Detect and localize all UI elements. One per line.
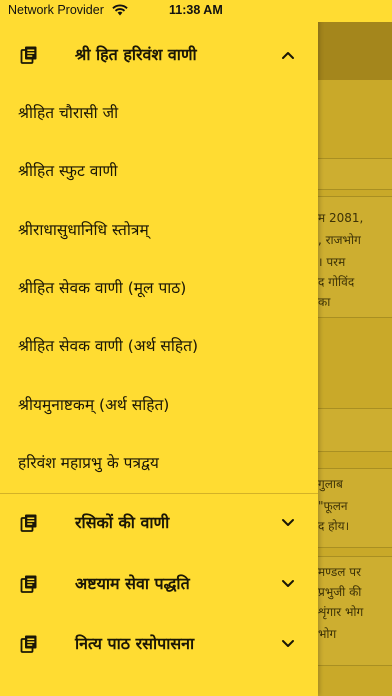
menu-item-patradvay[interactable]: हरिवंश महाप्रभु के पत्रद्वय bbox=[18, 449, 159, 477]
chevron-down-icon[interactable] bbox=[281, 577, 295, 591]
background-text: द गोविंद bbox=[318, 275, 355, 289]
menu-item-sphut-vani[interactable]: श्रीहित स्फुट वाणी bbox=[18, 157, 118, 185]
section-title: रसिकों की वाणी bbox=[75, 513, 170, 532]
menu-item-yamunashtakam[interactable]: श्रीयमुनाष्टकम् (अर्थ सहित) bbox=[18, 391, 169, 419]
background-text: का bbox=[318, 295, 331, 309]
book-icon bbox=[20, 635, 37, 653]
carrier-label: Network Provider bbox=[8, 3, 104, 17]
background-text: प्रभुजी की bbox=[318, 585, 362, 599]
section-header-hit-harivansh-vani[interactable]: श्री हित हरिवंश वाणी bbox=[0, 26, 318, 84]
background-text: । परम bbox=[318, 255, 346, 269]
background-text: द होय। bbox=[318, 519, 350, 533]
menu-item-sevak-vani-arth[interactable]: श्रीहित सेवक वाणी (अर्थ सहित) bbox=[18, 332, 198, 360]
menu-item-chaurasi-ji[interactable]: श्रीहित चौरासी जी bbox=[18, 99, 118, 127]
navigation-drawer: श्री हित हरिवंश वाणी श्रीहित चौरासी जी श… bbox=[0, 0, 318, 696]
background-text: , राजभोग bbox=[318, 233, 361, 247]
section-title: श्री हित हरिवंश वाणी bbox=[75, 45, 197, 64]
section-title: अष्टयाम सेवा पद्धति bbox=[75, 574, 190, 593]
section-header-nitya-path[interactable]: नित्य पाठ रसोपासना bbox=[0, 615, 318, 673]
background-text: भोग bbox=[318, 627, 337, 641]
background-text: "फूलन bbox=[318, 499, 348, 513]
section-header-rasikon-ki-vani[interactable]: रसिकों की वाणी bbox=[0, 494, 318, 552]
wifi-icon bbox=[112, 4, 128, 16]
book-icon bbox=[20, 575, 37, 593]
clock-label: 11:38 AM bbox=[169, 3, 223, 17]
section-title: नित्य पाठ रसोपासना bbox=[75, 634, 195, 653]
background-text: मण्डल पर bbox=[318, 565, 361, 579]
book-icon bbox=[20, 514, 37, 532]
background-text: गुलाब bbox=[318, 477, 343, 491]
menu-item-radhasudhanidhi[interactable]: श्रीराधासुधानिधि स्तोत्रम् bbox=[18, 216, 149, 244]
chevron-down-icon[interactable] bbox=[281, 516, 295, 530]
background-text: शृंगार भोग bbox=[318, 605, 364, 619]
status-bar: Network Provider 11:38 AM bbox=[0, 0, 392, 22]
chevron-up-icon[interactable] bbox=[281, 48, 295, 62]
chevron-down-icon[interactable] bbox=[281, 637, 295, 651]
section-header-ashtayam-seva[interactable]: अष्टयाम सेवा पद्धति bbox=[0, 555, 318, 613]
menu-item-sevak-vani-mool[interactable]: श्रीहित सेवक वाणी (मूल पाठ) bbox=[18, 274, 186, 302]
background-text: म 2081, bbox=[318, 211, 364, 225]
book-icon bbox=[20, 46, 37, 64]
